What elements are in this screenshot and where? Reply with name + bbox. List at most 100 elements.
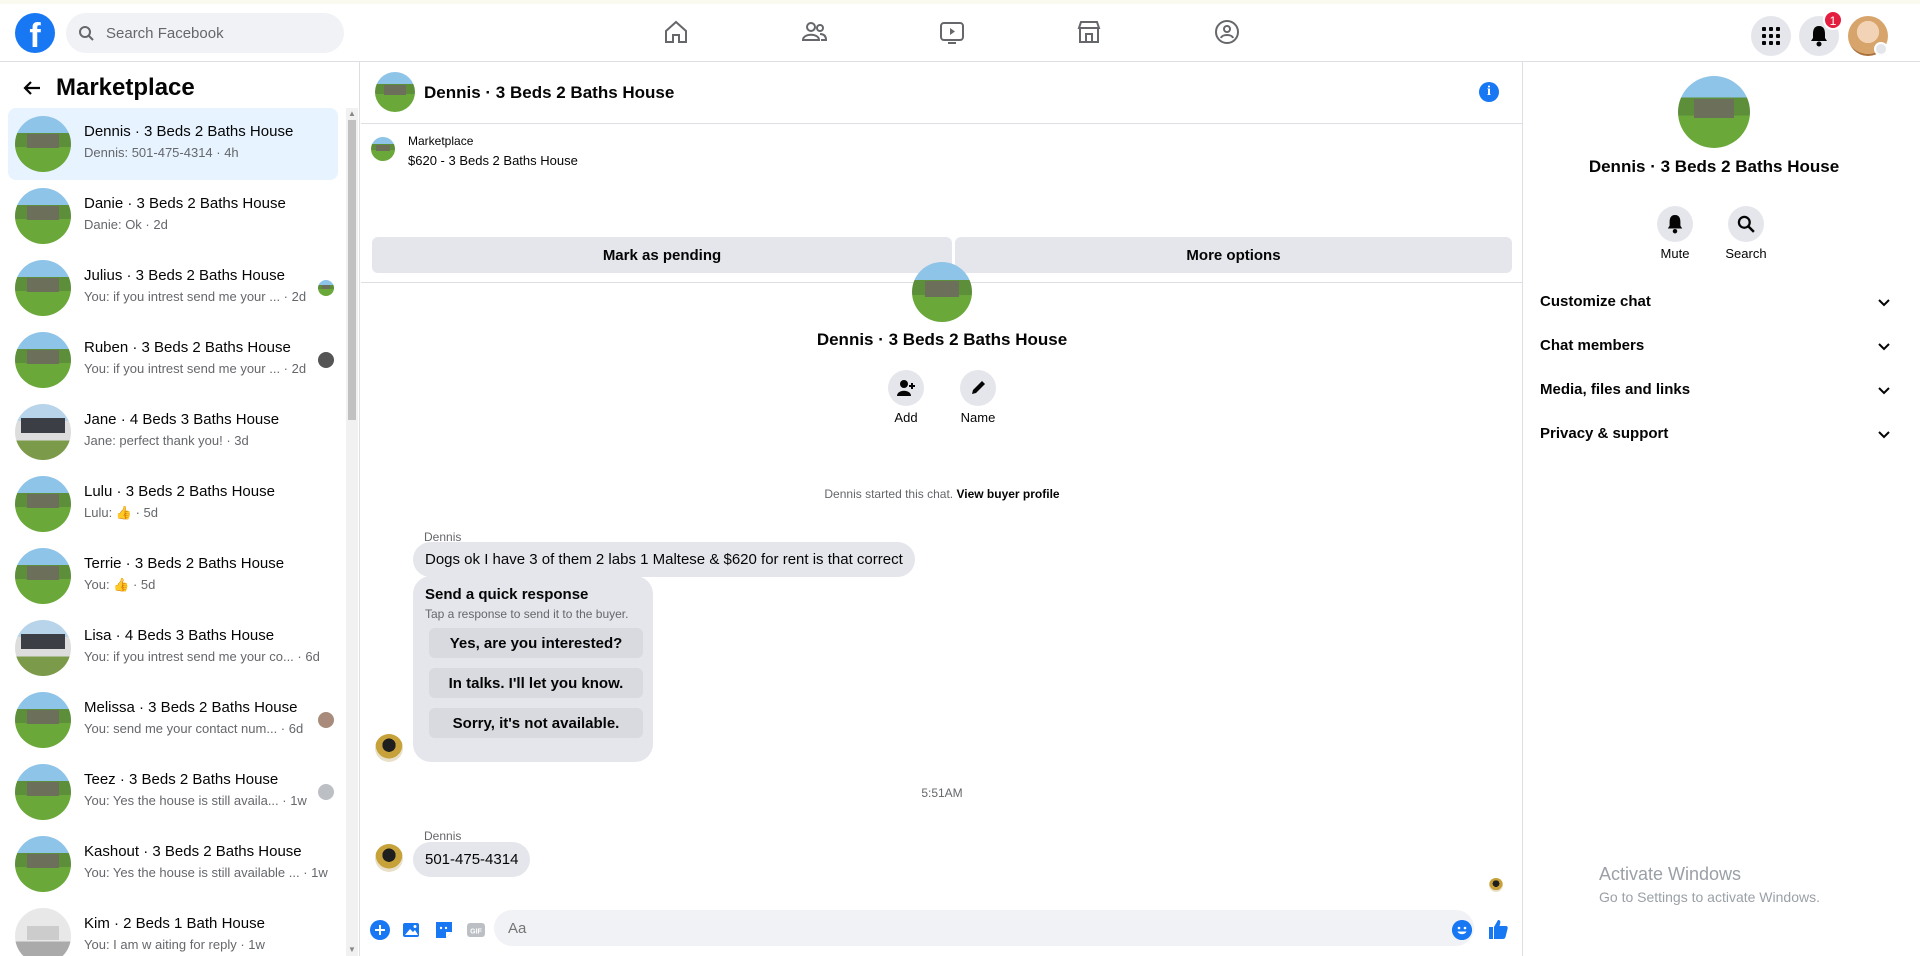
watch-icon[interactable] xyxy=(938,18,966,46)
conversation-preview: You: 👍 · 5d xyxy=(84,577,156,592)
conversation-preview: Lulu: 👍 · 5d xyxy=(84,505,159,520)
section-label: Customize chat xyxy=(1540,293,1651,310)
home-icon[interactable] xyxy=(662,18,690,46)
emoji-icon[interactable] xyxy=(1452,920,1472,940)
conversation-item[interactable]: Lisa · 4 Beds 3 Baths House You: if you … xyxy=(8,612,338,684)
search-box[interactable] xyxy=(66,13,344,53)
back-arrow-icon[interactable] xyxy=(20,76,44,100)
conversation-name: Jane · 4 Beds 3 Baths House xyxy=(84,411,280,428)
search-in-conversation-button[interactable] xyxy=(1728,206,1764,242)
message-timestamp: 5:51AM xyxy=(921,786,963,800)
chat-members-section[interactable]: Chat members xyxy=(1540,326,1892,366)
chat-info-panel: Dennis · 3 Beds 2 Baths House Mute Searc… xyxy=(1524,62,1920,956)
conversation-name: Melissa · 3 Beds 2 Baths House xyxy=(84,699,298,716)
conversation-intro-name: Dennis · 3 Beds 2 Baths House xyxy=(816,330,1068,349)
chat-avatar[interactable] xyxy=(375,72,415,112)
conversation-item[interactable]: Teez · 3 Beds 2 Baths House You: Yes the… xyxy=(8,756,338,828)
quick-response-interested[interactable]: Yes, are you interested? xyxy=(429,628,643,658)
photo-icon[interactable] xyxy=(402,920,422,940)
marketplace-icon[interactable] xyxy=(1075,18,1103,46)
conversation-item[interactable]: Kashout · 3 Beds 2 Baths House You: Yes … xyxy=(8,828,338,900)
sender-avatar[interactable] xyxy=(375,734,403,762)
conversation-item[interactable]: Dennis · 3 Beds 2 Baths House Dennis: 50… xyxy=(8,108,338,180)
privacy-support-section[interactable]: Privacy & support xyxy=(1540,414,1892,454)
conversation-item[interactable]: Jane · 4 Beds 3 Baths House Jane: perfec… xyxy=(8,396,338,468)
seen-avatar xyxy=(318,280,334,296)
listing-thumbnail xyxy=(15,548,71,604)
listing-thumbnail xyxy=(15,476,71,532)
name-button[interactable] xyxy=(960,370,996,406)
message-bubble[interactable]: Dogs ok I have 3 of them 2 labs 1 Maltes… xyxy=(413,542,915,577)
scroll-up-arrow-icon[interactable]: ▲ xyxy=(348,110,356,118)
sticker-icon[interactable] xyxy=(434,920,454,940)
conversation-item[interactable]: Melissa · 3 Beds 2 Baths House You: send… xyxy=(8,684,338,756)
mute-label: Mute xyxy=(1660,246,1690,261)
listing-thumbnail[interactable] xyxy=(371,137,395,161)
read-receipt-avatar xyxy=(1489,878,1503,892)
conversation-preview: You: send me your contact num... · 6d xyxy=(84,721,304,736)
mark-as-pending-button[interactable]: Mark as pending xyxy=(372,237,952,273)
svg-text:GIF: GIF xyxy=(470,929,482,936)
scrollbar-thumb[interactable] xyxy=(348,120,356,420)
conversation-item[interactable]: Kim · 2 Beds 1 Bath House You: I am w ai… xyxy=(8,900,338,956)
activate-windows-watermark: Activate Windows Go to Settings to activ… xyxy=(1599,864,1820,905)
mute-button[interactable] xyxy=(1657,206,1693,242)
view-buyer-profile-link[interactable]: View buyer profile xyxy=(956,487,1059,501)
add-people-button[interactable] xyxy=(888,370,924,406)
conversation-name: Ruben · 3 Beds 2 Baths House xyxy=(84,339,291,356)
info-panel-avatar[interactable] xyxy=(1678,76,1750,148)
message-bubble[interactable]: 501-475-4314 xyxy=(413,842,531,877)
conversation-preview: Jane: perfect thank you! · 3d xyxy=(84,433,249,448)
chevron-down-icon[interactable] xyxy=(1874,42,1888,56)
media-files-links-section[interactable]: Media, files and links xyxy=(1540,370,1892,410)
quick-response-card: Send a quick response Tap a response to … xyxy=(413,576,653,762)
quick-response-in-talks[interactable]: In talks. I'll let you know. xyxy=(429,668,643,698)
chevron-down-icon xyxy=(1878,343,1890,351)
friends-icon[interactable] xyxy=(800,18,828,46)
chat-header: Dennis · 3 Beds 2 Baths House i xyxy=(361,62,1523,124)
plus-icon[interactable] xyxy=(370,920,390,940)
sender-avatar[interactable] xyxy=(375,844,403,872)
conversation-avatar xyxy=(912,262,972,322)
sender-name: Dennis xyxy=(424,829,462,843)
listing-thumbnail xyxy=(15,116,71,172)
conversation-name: Kashout · 3 Beds 2 Baths House xyxy=(84,843,302,860)
listing-thumbnail xyxy=(15,764,71,820)
gif-icon[interactable]: GIF xyxy=(466,920,486,940)
listing-thumbnail xyxy=(15,404,71,460)
conversation-name: Julius · 3 Beds 2 Baths House xyxy=(84,267,285,284)
marketplace-listing-banner: Marketplace $620 - 3 Beds 2 Baths House … xyxy=(361,125,1523,283)
facebook-logo[interactable]: f xyxy=(15,13,55,53)
scroll-down-arrow-icon[interactable]: ▼ xyxy=(348,946,356,954)
marketplace-sidebar: Marketplace Dennis · 3 Beds 2 Baths Hous… xyxy=(0,62,360,956)
quick-response-title: Send a quick response xyxy=(425,586,589,603)
thumbs-up-icon[interactable] xyxy=(1487,918,1509,940)
groups-icon[interactable] xyxy=(1213,18,1241,46)
message-input-box[interactable] xyxy=(494,910,1474,946)
customize-chat-section[interactable]: Customize chat xyxy=(1540,282,1892,322)
conversation-item[interactable]: Lulu · 3 Beds 2 Baths House Lulu: 👍 · 5d xyxy=(8,468,338,540)
info-icon[interactable]: i xyxy=(1479,82,1499,102)
add-person-icon xyxy=(897,380,915,396)
listing-thumbnail xyxy=(15,908,71,956)
more-options-button[interactable]: More options xyxy=(955,237,1512,273)
conversation-item[interactable]: Julius · 3 Beds 2 Baths House You: if yo… xyxy=(8,252,338,324)
search-input[interactable] xyxy=(100,13,336,53)
listing-thumbnail xyxy=(15,260,71,316)
conversation-item[interactable]: Danie · 3 Beds 2 Baths House Danie: Ok ·… xyxy=(8,180,338,252)
search-label: Search xyxy=(1725,246,1767,261)
conversation-item[interactable]: Ruben · 3 Beds 2 Baths House You: if you… xyxy=(8,324,338,396)
listing-price[interactable]: $620 - 3 Beds 2 Baths House xyxy=(408,153,578,168)
message-input[interactable] xyxy=(508,910,1438,946)
sidebar-scrollbar[interactable]: ▲ ▼ xyxy=(346,108,358,956)
section-label: Media, files and links xyxy=(1540,381,1691,398)
menu-grid-button[interactable] xyxy=(1751,16,1791,56)
listing-thumbnail xyxy=(15,188,71,244)
conversation-preview: You: if you intrest send me your ... · 2… xyxy=(84,361,307,376)
listing-thumbnail xyxy=(15,836,71,892)
chat-title[interactable]: Dennis · 3 Beds 2 Baths House xyxy=(424,83,674,103)
conversation-name: Terrie · 3 Beds 2 Baths House xyxy=(84,555,285,572)
quick-response-not-available[interactable]: Sorry, it's not available. xyxy=(429,708,643,738)
listing-thumbnail xyxy=(15,692,71,748)
conversation-item[interactable]: Terrie · 3 Beds 2 Baths House You: 👍 · 5… xyxy=(8,540,338,612)
